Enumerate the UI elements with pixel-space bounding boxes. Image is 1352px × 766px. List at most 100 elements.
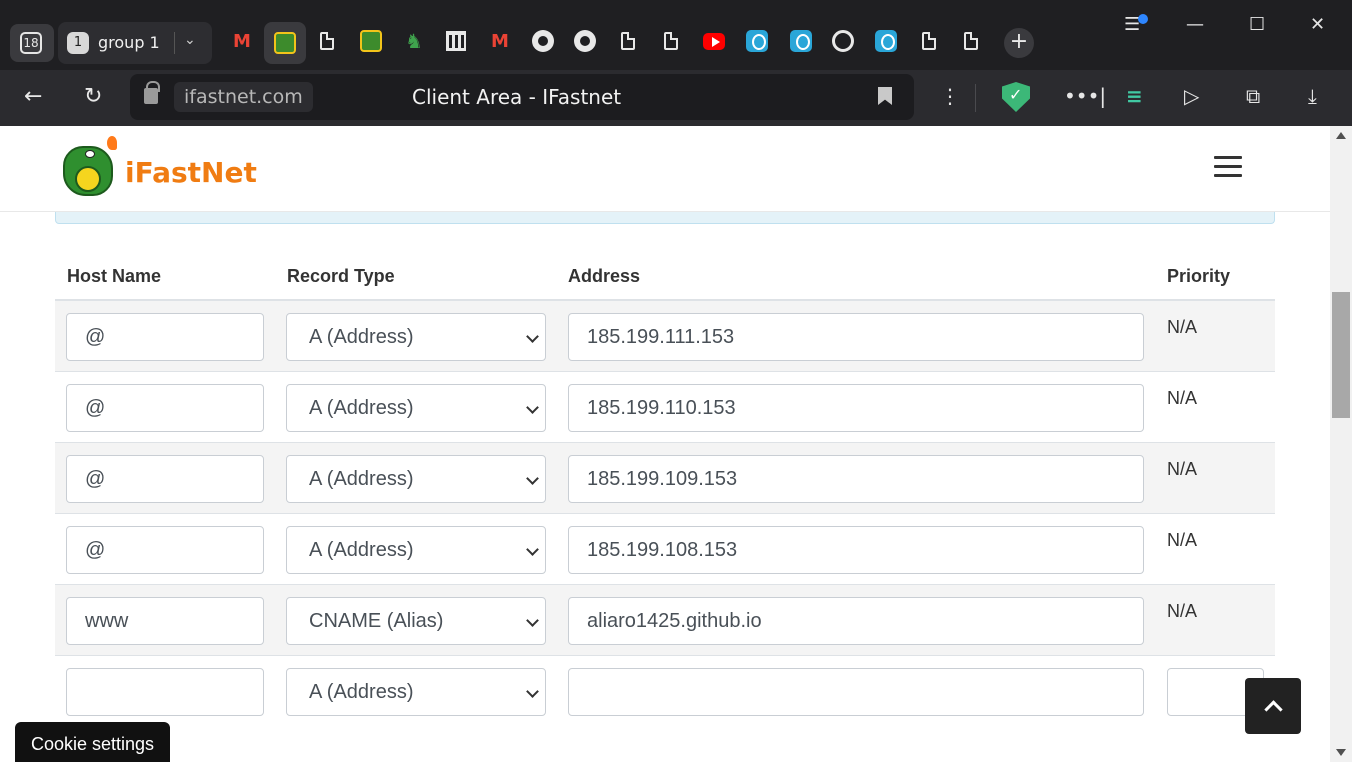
address-input[interactable]: 185.199.110.153 [568,384,1144,432]
record-type-select[interactable]: A (Address) [286,526,546,574]
tab-github-2[interactable] [574,30,596,52]
page-content: iFastNet Host Name Record Type Address P… [0,126,1330,762]
github-icon [532,30,554,52]
host-name-input[interactable]: www [66,597,264,645]
address-input[interactable]: aliaro1425.github.io [568,597,1144,645]
record-type-value: CNAME (Alias) [309,610,444,632]
scrollbar-thumb[interactable] [1332,292,1350,418]
table-row: @ A (Address) 185.199.109.153 N/A [55,443,1275,514]
address-domain: ifastnet.com [174,82,313,112]
new-tab-button[interactable]: + [1004,28,1034,58]
tab-search-button[interactable]: 18 [10,24,54,62]
tab-count: 18 [20,32,42,54]
info-alert [55,212,1275,224]
priority-value: N/A [1167,388,1198,408]
address-input[interactable]: 185.199.108.153 [568,526,1144,574]
tab-ifastnet-active[interactable] [264,22,306,64]
back-arrow-icon[interactable]: ← [24,84,42,109]
host-name-input[interactable]: @ [66,455,264,503]
tab-maps-2[interactable] [790,30,812,52]
tab-youtube[interactable] [703,30,725,52]
github-icon [574,30,596,52]
adblock-shield-icon[interactable] [1002,82,1030,112]
ifastnet-favicon [360,30,382,52]
tab-chatgpt[interactable] [832,30,854,52]
scroll-down-arrow-icon[interactable] [1336,749,1346,756]
chevron-down-icon [526,401,539,414]
tab-maps[interactable] [746,30,768,52]
toolbar: ← ↻ ifastnet.com Client Area - IFastnet … [0,70,1352,126]
address-input[interactable] [568,668,1144,716]
scroll-to-top-button[interactable] [1245,678,1301,734]
tab-document-3[interactable] [660,30,682,52]
ifastnet-favicon [274,32,296,54]
record-type-select[interactable]: A (Address) [286,455,546,503]
priority-value: N/A [1167,459,1198,479]
site-logo[interactable]: iFastNet [55,136,257,200]
address-input[interactable]: 185.199.109.153 [568,455,1144,503]
host-name-input[interactable]: @ [66,384,264,432]
horse-icon: ♞ [405,29,423,53]
tab-document-2[interactable] [617,30,639,52]
tab-document-5[interactable] [960,30,982,52]
tab-maps-3[interactable] [875,30,897,52]
host-name-input[interactable] [66,668,264,716]
tab-gmail-2[interactable]: M [489,30,511,52]
document-icon [964,32,978,50]
chevron-down-icon [526,472,539,485]
address-bar[interactable]: ifastnet.com Client Area - IFastnet [130,74,914,120]
media-player-icon[interactable]: ▷ [1184,84,1199,108]
tab-ifastnet[interactable] [360,30,382,52]
scroll-up-arrow-icon[interactable] [1336,132,1346,139]
dns-records-table: Host Name Record Type Address Priority @… [55,254,1275,727]
record-type-value: A (Address) [309,539,414,561]
header-priority: Priority [1167,266,1231,286]
notification-dot [1138,14,1148,24]
record-type-select[interactable]: A (Address) [286,313,546,361]
hamburger-menu-icon[interactable] [1214,156,1242,178]
tab-group-number: 1 [67,32,89,54]
table-row: www CNAME (Alias) aliaro1425.github.io N… [55,585,1275,656]
chevron-down-icon [526,543,539,556]
document-icon [664,32,678,50]
tab-group[interactable]: 1 group 1 ⌄ [58,22,212,64]
document-icon [320,32,334,50]
chevron-down-icon[interactable]: ⌄ [184,32,196,48]
tab-document-4[interactable] [918,30,940,52]
location-pin-icon [746,30,768,52]
record-type-select[interactable]: A (Address) [286,384,546,432]
table-header: Host Name Record Type Address Priority [55,254,1275,301]
priority-value: N/A [1167,601,1198,621]
page-scrollbar[interactable] [1330,126,1352,762]
host-name-input[interactable]: @ [66,526,264,574]
record-type-select[interactable]: CNAME (Alias) [286,597,546,645]
chevron-down-icon [526,330,539,343]
maximize-icon[interactable]: ☐ [1249,14,1265,35]
address-input[interactable]: 185.199.111.153 [568,313,1144,361]
tab-github[interactable] [532,30,554,52]
tab-gmail[interactable]: M [231,30,253,52]
lock-icon[interactable] [144,81,160,104]
cookie-settings-button[interactable]: Cookie settings [15,722,170,762]
record-type-value: A (Address) [309,397,414,419]
download-icon[interactable]: ⤓ [1308,84,1317,108]
extensions-puzzle-icon[interactable]: ⧉ [1246,84,1260,108]
tab-museum[interactable] [445,30,467,52]
bookmark-icon[interactable] [878,87,892,105]
address-page-title: Client Area - IFastnet [412,85,622,109]
tab-document[interactable] [316,30,338,52]
header-address: Address [568,266,641,286]
more-vertical-icon[interactable]: ⋮ [940,84,960,108]
host-name-input[interactable]: @ [66,313,264,361]
record-type-value: A (Address) [309,326,414,348]
reload-icon[interactable]: ↻ [84,84,102,109]
location-pin-icon [875,30,897,52]
password-extension-icon[interactable]: •••| [1064,84,1106,108]
close-icon[interactable]: ✕ [1310,14,1325,35]
header-host-name: Host Name [67,266,162,286]
extension-f-icon[interactable]: ≡ [1126,84,1143,108]
record-type-select[interactable]: A (Address) [286,668,546,716]
minimize-icon[interactable]: — [1186,14,1204,35]
tab-horse[interactable]: ♞ [403,29,425,53]
record-type-value: A (Address) [309,681,414,703]
